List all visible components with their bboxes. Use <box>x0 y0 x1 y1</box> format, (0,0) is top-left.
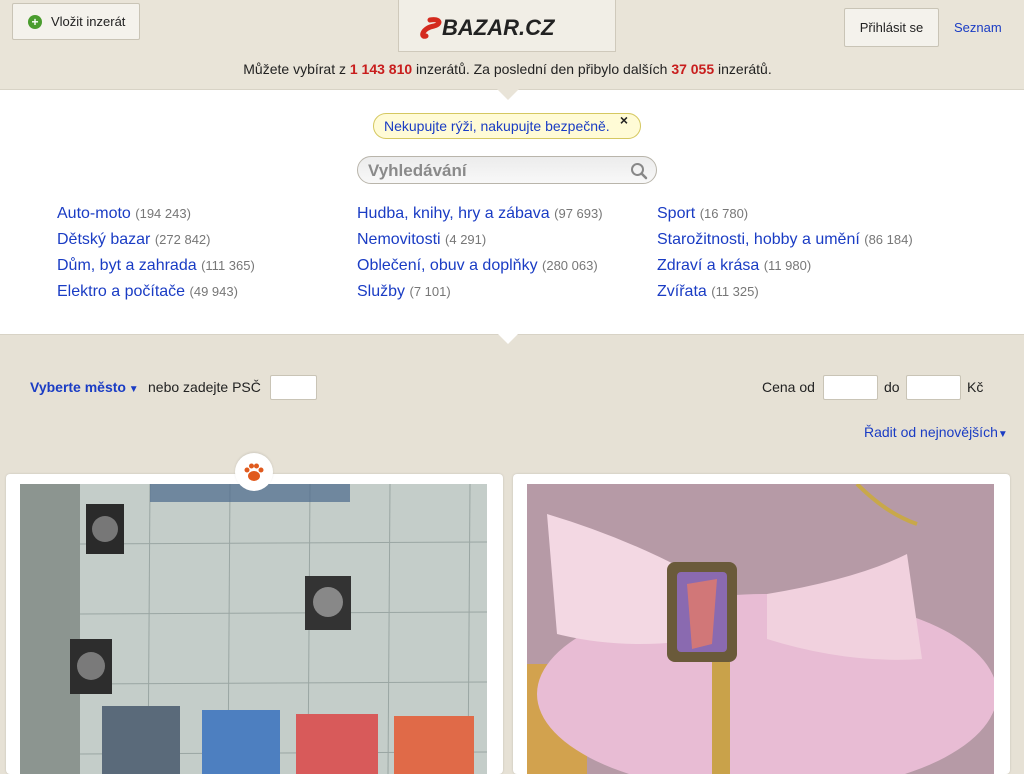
category-link[interactable]: Služby (7 101) <box>357 283 451 301</box>
price-to-label: do <box>884 379 900 395</box>
category-label: Elektro a počítače <box>57 283 186 300</box>
search-input[interactable] <box>358 157 625 185</box>
psc-label: nebo zadejte PSČ <box>148 379 261 395</box>
category-link[interactable]: Sport (16 780) <box>657 205 748 223</box>
category-label: Auto-moto <box>57 205 131 222</box>
price-from-label: Cena od <box>762 379 815 395</box>
panel-notch-top <box>497 89 519 100</box>
stats-new: 37 055 <box>671 61 715 77</box>
listing-photo-bow-ring[interactable] <box>527 484 994 774</box>
category-count: (97 693) <box>554 206 603 221</box>
safety-notice-text: Nekupujte rýži, nakupujte bezpečně. <box>384 118 610 134</box>
stats-suffix: inzerátů. <box>714 61 772 77</box>
category-link[interactable]: Nemovitosti (4 291) <box>357 231 486 249</box>
listing-stats: Můžete vybírat z 1 143 810 inzerátů. Za … <box>0 61 1015 77</box>
psc-input[interactable] <box>270 375 317 400</box>
plus-icon: + <box>28 14 42 29</box>
close-icon[interactable]: × <box>620 108 628 132</box>
category-count: (49 943) <box>189 284 238 299</box>
category-link[interactable]: Starožitnosti, hobby a umění (86 184) <box>657 231 913 249</box>
category-label: Zdraví a krása <box>657 257 760 274</box>
category-count: (16 780) <box>699 206 749 221</box>
category-count: (11 980) <box>763 258 812 273</box>
safety-notice[interactable]: Nekupujte rýži, nakupujte bezpečně. × <box>373 112 641 139</box>
city-select[interactable]: Vyberte město ▼ <box>30 379 139 395</box>
category-label: Zvířata <box>657 283 707 300</box>
category-link[interactable]: Zvířata (11 325) <box>657 283 759 301</box>
stats-middle: inzerátů. Za poslední den přibylo dalšíc… <box>412 61 672 77</box>
search-icon[interactable] <box>630 162 648 180</box>
price-to-input[interactable] <box>906 375 961 400</box>
currency-label: Kč <box>967 379 984 395</box>
category-count: (280 063) <box>542 258 598 273</box>
category-count: (7 101) <box>409 284 451 299</box>
category-link[interactable]: Dům, byt a zahrada (111 365) <box>57 257 255 275</box>
listing-photo-stamps[interactable] <box>20 484 487 774</box>
category-count: (111 365) <box>201 258 255 273</box>
category-label: Dům, byt a zahrada <box>57 257 197 274</box>
category-label: Služby <box>357 283 406 300</box>
stats-prefix: Můžete vybírat z <box>243 61 350 77</box>
city-select-label: Vyberte město <box>30 379 126 395</box>
seznam-link[interactable]: Seznam <box>954 20 1002 35</box>
listing-card[interactable] <box>6 474 503 774</box>
category-link[interactable]: Hudba, knihy, hry a zábava (97 693) <box>357 205 603 223</box>
category-link[interactable]: Elektro a počítače (49 943) <box>57 283 238 301</box>
category-count: (11 325) <box>711 284 759 299</box>
price-from-input[interactable] <box>823 375 878 400</box>
add-listing-label: Vložit inzerát <box>51 14 126 29</box>
dropdown-arrow-icon: ▼ <box>997 429 1008 440</box>
category-label: Nemovitosti <box>357 231 441 248</box>
dropdown-arrow-icon: ▼ <box>125 384 139 395</box>
category-label: Oblečení, obuv a doplňky <box>357 257 538 274</box>
sort-label: Řadit od nejnovějších <box>864 424 998 440</box>
category-count: (86 184) <box>864 232 913 247</box>
category-link[interactable]: Zdraví a krása (11 980) <box>657 257 811 275</box>
search-box[interactable] <box>357 156 657 185</box>
panel-notch-bottom <box>497 333 519 344</box>
paw-icon <box>235 453 273 491</box>
svg-text:BAZAR.CZ: BAZAR.CZ <box>442 15 556 40</box>
category-link[interactable]: Auto-moto (194 243) <box>57 205 191 223</box>
logo[interactable]: BAZAR.CZ <box>398 0 616 52</box>
category-count: (272 842) <box>154 232 211 247</box>
category-label: Dětský bazar <box>57 231 151 248</box>
listing-card[interactable] <box>513 474 1010 774</box>
category-count: (4 291) <box>445 232 487 247</box>
stats-total: 1 143 810 <box>349 61 413 77</box>
category-label: Starožitnosti, hobby a umění <box>657 231 860 248</box>
sort-select[interactable]: Řadit od nejnovějších▼ <box>864 424 1008 440</box>
login-label: Přihlásit se <box>859 20 924 35</box>
category-label: Sport <box>657 205 696 222</box>
category-label: Hudba, knihy, hry a zábava <box>357 205 550 222</box>
category-count: (194 243) <box>135 206 191 221</box>
add-listing-button[interactable]: + Vložit inzerát <box>12 3 140 40</box>
category-link[interactable]: Oblečení, obuv a doplňky (280 063) <box>357 257 598 275</box>
sbazar-logo: BAZAR.CZ <box>419 15 556 40</box>
login-button[interactable]: Přihlásit se <box>844 8 939 47</box>
category-link[interactable]: Dětský bazar (272 842) <box>57 231 210 249</box>
